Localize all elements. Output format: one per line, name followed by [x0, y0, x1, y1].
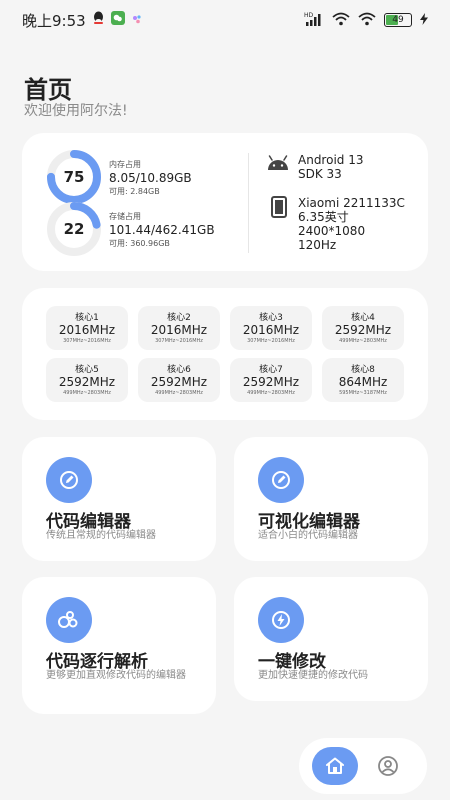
memory-value: 8.05/10.89GB — [109, 171, 192, 185]
storage-info: 存储占用 101.44/462.41GB 可用: 360.96GB — [109, 211, 215, 249]
device-specs: Xiaomi 2211133C 6.35英寸 2400*1080 120Hz — [298, 196, 405, 252]
refresh-rate: 120Hz — [298, 238, 337, 252]
quick-modify-card[interactable]: 一键修改 更加快速便捷的修改代码 — [234, 577, 428, 701]
assistant-icon — [131, 11, 143, 29]
tab-profile[interactable] — [377, 755, 399, 777]
phone-icon — [271, 196, 287, 222]
status-left: 晚上9:53 — [22, 10, 143, 31]
storage-available: 可用: 360.96GB — [109, 239, 170, 248]
core-name: 核心3 — [259, 313, 283, 323]
signal-icon: HD — [304, 12, 324, 29]
memory-title: 内存占用 — [109, 160, 141, 169]
core-range: 595MHz~3187MHz — [339, 390, 387, 396]
core-frequency: 2592MHz — [334, 323, 392, 337]
core-range: 307MHz~2016MHz — [247, 338, 295, 344]
core-name: 核心5 — [75, 365, 99, 375]
battery-level: 49 — [392, 15, 404, 25]
android-version: Android 13 — [298, 153, 364, 167]
core-item: 核心1 2016MHz 307MHz~2016MHz — [46, 306, 128, 350]
os-info: Android 13 SDK 33 — [298, 153, 363, 181]
edit-icon — [46, 457, 92, 503]
bolt-icon — [258, 597, 304, 643]
core-item: 核心4 2592MHz 499MHz~2803MHz — [322, 306, 404, 350]
edit-icon — [258, 457, 304, 503]
core-frequency: 2016MHz — [242, 323, 300, 337]
core-item: 核心8 864MHz 595MHz~3187MHz — [322, 358, 404, 402]
core-range: 499MHz~2803MHz — [339, 338, 387, 344]
home-icon — [326, 757, 344, 774]
core-range: 307MHz~2016MHz — [63, 338, 111, 344]
storage-percent: 22 — [63, 220, 85, 238]
core-frequency: 2016MHz — [150, 323, 208, 337]
wifi-icon — [332, 12, 350, 29]
core-name: 核心8 — [351, 365, 375, 375]
feature-desc: 传统且常规的代码编辑器 — [46, 530, 156, 541]
core-item: 核心3 2016MHz 307MHz~2016MHz — [230, 306, 312, 350]
info-divider — [248, 153, 249, 253]
core-frequency: 2016MHz — [58, 323, 116, 337]
core-range: 499MHz~2803MHz — [247, 390, 295, 396]
charging-icon — [420, 12, 428, 28]
core-frequency: 864MHz — [338, 375, 388, 389]
line-parse-card[interactable]: 代码逐行解析 更够更加直观修改代码的编辑器 — [22, 577, 216, 714]
core-frequency: 2592MHz — [58, 375, 116, 389]
status-right: HD 49 — [304, 12, 428, 29]
memory-available: 可用: 2.84GB — [109, 187, 160, 196]
screen-resolution: 2400*1080 — [298, 224, 366, 238]
page-subtitle: 欢迎使用阿尔法! — [24, 103, 128, 119]
code-editor-card[interactable]: 代码编辑器 传统且常规的代码编辑器 — [22, 437, 216, 561]
visual-editor-card[interactable]: 可视化编辑器 适合小白的代码编辑器 — [234, 437, 428, 561]
status-time: 晚上9:53 — [22, 11, 86, 30]
android-icon — [266, 155, 290, 175]
bottom-tab-bar — [299, 738, 427, 794]
core-item: 核心7 2592MHz 499MHz~2803MHz — [230, 358, 312, 402]
storage-title: 存储占用 — [109, 212, 141, 221]
qq-icon — [92, 11, 105, 29]
core-range: 499MHz~2803MHz — [155, 390, 203, 396]
system-info-card: 75 内存占用 8.05/10.89GB 可用: 2.84GB 22 存储占用 … — [22, 133, 428, 271]
core-item: 核心2 2016MHz 307MHz~2016MHz — [138, 306, 220, 350]
core-name: 核心2 — [167, 313, 191, 323]
core-name: 核心6 — [167, 365, 191, 375]
sdk-version: SDK 33 — [298, 167, 342, 181]
wechat-icon — [110, 11, 125, 29]
feature-desc: 更够更加直观修改代码的编辑器 — [46, 670, 186, 681]
storage-value: 101.44/462.41GB — [109, 223, 215, 237]
bubbles-icon — [46, 597, 92, 643]
core-frequency: 2592MHz — [242, 375, 300, 389]
core-name: 核心1 — [75, 313, 99, 323]
screen-size: 6.35英寸 — [298, 210, 349, 224]
battery-icon: 49 — [384, 13, 412, 27]
feature-desc: 更加快速便捷的修改代码 — [258, 670, 368, 681]
feature-desc: 适合小白的代码编辑器 — [258, 530, 358, 541]
status-bar: 晚上9:53 HD 49 — [0, 0, 450, 40]
tab-home[interactable] — [312, 747, 358, 785]
memory-percent: 75 — [63, 168, 85, 186]
svg-text:HD: HD — [304, 12, 314, 19]
core-range: 307MHz~2016MHz — [155, 338, 203, 344]
core-name: 核心7 — [259, 365, 283, 375]
core-item: 核心5 2592MHz 499MHz~2803MHz — [46, 358, 128, 402]
cpu-cores-card: 核心1 2016MHz 307MHz~2016MHz 核心2 2016MHz 3… — [22, 288, 428, 420]
core-name: 核心4 — [351, 313, 375, 323]
core-range: 499MHz~2803MHz — [63, 390, 111, 396]
core-item: 核心6 2592MHz 499MHz~2803MHz — [138, 358, 220, 402]
device-model: Xiaomi 2211133C — [298, 196, 405, 210]
wifi-icon — [358, 12, 376, 29]
core-frequency: 2592MHz — [150, 375, 208, 389]
profile-icon — [378, 756, 398, 776]
memory-info: 内存占用 8.05/10.89GB 可用: 2.84GB — [109, 159, 192, 197]
